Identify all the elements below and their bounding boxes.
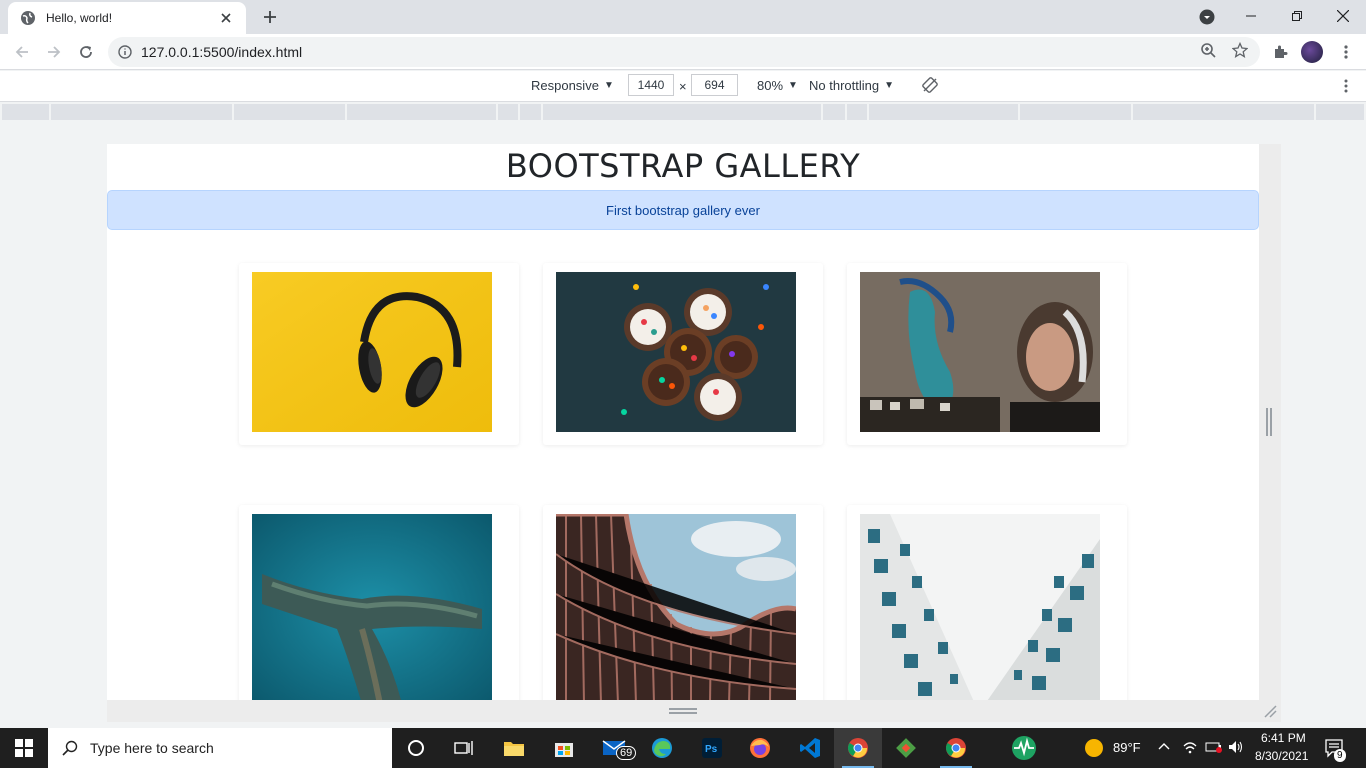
headphones-image xyxy=(252,272,492,432)
address-bar[interactable]: 127.0.0.1:5500/index.html xyxy=(108,37,1260,67)
globe-icon xyxy=(20,10,36,26)
resize-handle-right[interactable] xyxy=(1266,408,1272,436)
graffiti-image xyxy=(860,272,1100,432)
notification-badge: 9 xyxy=(1334,749,1346,762)
microsoft-store-icon[interactable] xyxy=(540,728,588,768)
tray-chevron-icon[interactable] xyxy=(1158,741,1170,751)
caret-down-icon: ▼ xyxy=(788,80,798,91)
info-icon[interactable] xyxy=(118,45,132,59)
search-icon xyxy=(62,740,78,756)
back-button[interactable] xyxy=(8,38,36,66)
media-query-ruler[interactable] xyxy=(0,101,1366,121)
gallery-card xyxy=(239,505,519,700)
restore-button[interactable] xyxy=(1274,0,1320,32)
page-viewport: BOOTSTRAP GALLERY First bootstrap galler… xyxy=(107,144,1259,700)
minimize-button[interactable] xyxy=(1228,0,1274,32)
browser-toolbar: 127.0.0.1:5500/index.html xyxy=(0,34,1366,70)
throttling-label: No throttling xyxy=(809,78,880,93)
close-window-button[interactable] xyxy=(1320,0,1366,32)
close-tab-icon[interactable] xyxy=(218,10,234,26)
zoom-icon[interactable] xyxy=(1199,41,1217,59)
caret-down-icon: ▼ xyxy=(603,80,614,91)
page-title: BOOTSTRAP GALLERY xyxy=(505,147,861,185)
volume-icon[interactable] xyxy=(1228,740,1244,754)
windows-taskbar: Type here to search 69 Ps 89°F 6:41 PM 8… xyxy=(0,728,1366,768)
taskbar-search-input[interactable]: Type here to search xyxy=(48,728,392,768)
mail-icon[interactable]: 69 xyxy=(590,728,638,768)
git-icon[interactable] xyxy=(882,728,930,768)
start-button[interactable] xyxy=(0,728,48,768)
clock-time[interactable]: 6:41 PM xyxy=(1261,731,1306,745)
weather-temp[interactable]: 89°F xyxy=(1113,740,1141,755)
activity-monitor-icon[interactable] xyxy=(1000,728,1048,768)
tab-title: Hello, world! xyxy=(46,11,113,25)
tab-search-icon[interactable] xyxy=(1197,7,1217,27)
width-input[interactable]: 1440 xyxy=(628,74,674,96)
gallery-card xyxy=(543,263,823,445)
device-toolbar-menu-icon[interactable] xyxy=(1344,78,1348,94)
new-tab-button[interactable] xyxy=(258,6,282,28)
url-text: 127.0.0.1:5500/index.html xyxy=(141,44,303,60)
gallery-card xyxy=(847,505,1127,700)
forward-button[interactable] xyxy=(40,38,68,66)
vscode-icon[interactable] xyxy=(786,728,834,768)
device-mode-label: Responsive xyxy=(531,78,599,93)
search-placeholder: Type here to search xyxy=(90,740,214,756)
edge-icon[interactable] xyxy=(638,728,686,768)
extensions-icon[interactable] xyxy=(1270,42,1290,62)
browser-tab[interactable]: Hello, world! xyxy=(8,2,246,34)
tab-strip: Hello, world! xyxy=(0,0,1366,34)
height-input[interactable]: 694 xyxy=(691,74,738,96)
wifi-icon[interactable] xyxy=(1182,740,1198,754)
reef-image xyxy=(252,514,492,700)
battery-icon[interactable] xyxy=(1205,741,1223,753)
dimension-separator: × xyxy=(679,79,687,94)
bookmark-star-icon[interactable] xyxy=(1231,41,1249,59)
rotate-icon[interactable] xyxy=(922,77,938,93)
cortana-icon[interactable] xyxy=(392,728,440,768)
task-view-icon[interactable] xyxy=(440,728,488,768)
zoom-label: 80% xyxy=(757,78,784,93)
device-mode-dropdown[interactable]: Responsive ▼ xyxy=(531,78,614,93)
weather-sun-icon[interactable] xyxy=(1084,738,1104,758)
file-explorer-icon[interactable] xyxy=(490,728,538,768)
chrome-second-icon[interactable] xyxy=(932,728,980,768)
photoshop-icon[interactable]: Ps xyxy=(688,728,736,768)
device-toolbar: Responsive ▼ 1440 × 694 80% ▼ No throttl… xyxy=(0,71,1366,101)
caret-down-icon: ▼ xyxy=(884,80,894,91)
chrome-menu-icon[interactable] xyxy=(1336,42,1356,62)
info-alert: First bootstrap gallery ever xyxy=(107,190,1259,230)
gallery-card xyxy=(239,263,519,445)
mail-badge: 69 xyxy=(616,746,637,760)
zoom-dropdown[interactable]: 80% ▼ xyxy=(757,78,798,93)
chrome-taskbar-icon[interactable] xyxy=(834,728,882,768)
gallery-card xyxy=(847,263,1127,445)
clock-date[interactable]: 8/30/2021 xyxy=(1255,749,1308,763)
profile-avatar[interactable] xyxy=(1301,41,1323,63)
firefox-icon[interactable] xyxy=(736,728,784,768)
resize-handle-bottom[interactable] xyxy=(669,708,697,714)
throttling-dropdown[interactable]: No throttling ▼ xyxy=(809,78,894,93)
curved-building-image xyxy=(556,514,796,700)
resize-corner-icon[interactable] xyxy=(1262,703,1278,719)
gallery-card xyxy=(543,505,823,700)
white-buildings-image xyxy=(860,514,1100,700)
svg-text:Ps: Ps xyxy=(705,744,718,755)
reload-button[interactable] xyxy=(72,38,100,66)
cupcakes-image xyxy=(556,272,796,432)
